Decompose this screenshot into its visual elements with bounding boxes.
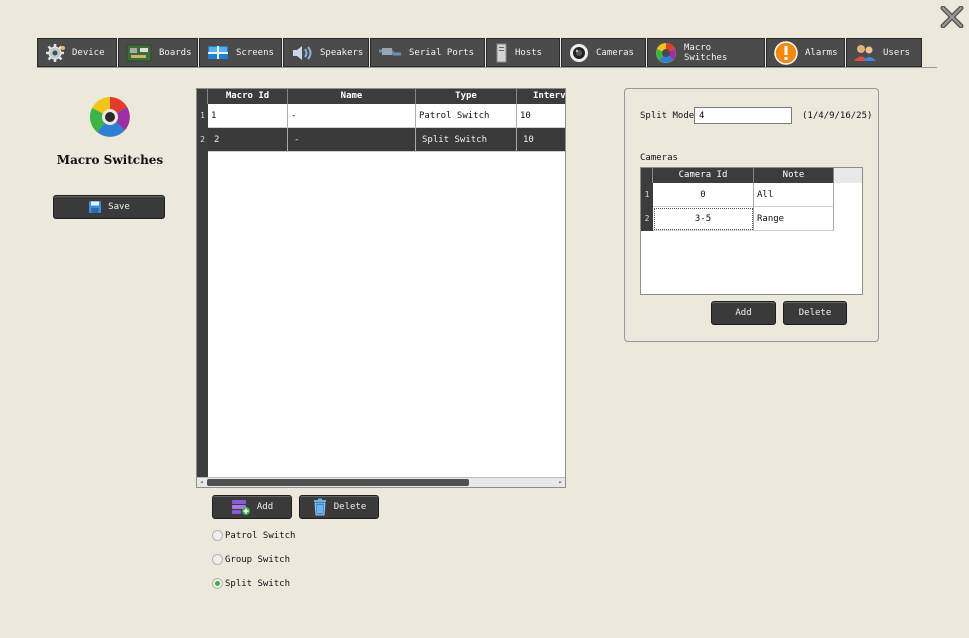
cell-note[interactable]: Range (754, 207, 834, 231)
radio-label: Split Switch (225, 578, 291, 589)
floppy-save-icon (89, 201, 102, 213)
delete-macro-button[interactable]: Delete (299, 495, 379, 519)
toolbar-cameras-label: Cameras (596, 47, 634, 58)
toolbar-speakers-label: Speakers (320, 47, 364, 58)
split-mode-input[interactable] (694, 107, 792, 124)
header-filler (834, 168, 862, 183)
camera-lens-icon (570, 43, 588, 62)
column-header-camera-id[interactable]: Camera Id (653, 168, 754, 183)
column-header-name[interactable]: Name (288, 89, 416, 104)
cell-type[interactable]: Split Switch (416, 128, 517, 152)
toolbar-device-label: Device (72, 47, 105, 58)
toolbar-screens-label: Screens (236, 47, 274, 58)
radio-patrol-switch[interactable]: Patrol Switch (212, 530, 295, 541)
cameras-table[interactable]: Camera Id Note 1 0 All 2 3-5 Range (640, 167, 863, 295)
server-tower-icon (496, 43, 507, 62)
add-macro-button-label: Add (256, 502, 274, 512)
scroll-left-arrow-icon[interactable]: ◂ (197, 478, 206, 487)
add-list-icon (231, 500, 250, 515)
radio-label: Patrol Switch (225, 530, 296, 541)
cell-name[interactable]: - (288, 104, 416, 128)
row-number: 1 (197, 104, 208, 128)
toolbar-alarms[interactable]: Alarms (766, 38, 845, 67)
add-macro-button[interactable]: Add (212, 495, 292, 519)
cell-macro-id[interactable]: 2 (208, 128, 288, 152)
toolbar-device[interactable]: Device (37, 38, 117, 67)
save-button[interactable]: Save (53, 195, 165, 219)
cell-interval[interactable]: 10 (517, 128, 565, 152)
screen-icon (208, 45, 228, 59)
toolbar-alarms-label: Alarms (805, 47, 838, 58)
cell-name[interactable]: - (288, 128, 416, 152)
cameras-label: Cameras (640, 153, 678, 163)
column-header-note[interactable]: Note (754, 168, 834, 183)
toolbar-users[interactable]: Users (846, 38, 922, 67)
split-mode-hint: (1/4/9/16/25) (802, 111, 873, 121)
add-camera-button-label: Add (735, 308, 752, 318)
users-icon (854, 44, 876, 61)
toolbar-boards[interactable]: Boards (118, 38, 198, 67)
delete-camera-button-label: Delete (798, 308, 832, 318)
radio-circle[interactable] (212, 554, 223, 565)
macro-switches-table[interactable]: Macro Id Name Type Interv 1 1 - Patrol S… (196, 88, 566, 488)
header-corner (197, 89, 208, 104)
toolbar-serial-ports[interactable]: Serial Ports (370, 38, 485, 67)
cameras-table-header: Camera Id Note (641, 168, 862, 183)
toolbar-macro-switches-label: Macro Switches (684, 42, 728, 63)
row-number: 1 (641, 183, 653, 207)
radio-circle-checked[interactable] (212, 578, 223, 589)
cell-note[interactable]: All (754, 183, 834, 207)
macro-switch-icon (656, 42, 676, 63)
close-icon[interactable] (940, 5, 964, 29)
column-header-interval[interactable]: Interv (517, 89, 565, 104)
toolbar-users-label: Users (883, 47, 911, 58)
table-header: Macro Id Name Type Interv (197, 89, 565, 104)
column-header-macro-id[interactable]: Macro Id (208, 89, 288, 104)
cell-interval[interactable]: 10 (517, 104, 565, 128)
toolbar-hosts-label: Hosts (515, 47, 543, 58)
trash-icon (313, 498, 326, 516)
row-number: 2 (197, 128, 208, 152)
split-mode-label: Split Mode (640, 111, 695, 121)
speaker-icon (293, 45, 312, 60)
main-toolbar: Device Boards Screens Speakers Serial Po… (37, 38, 937, 68)
toolbar-boards-label: Boards (159, 47, 192, 58)
serial-cable-icon (379, 47, 401, 55)
header-corner (641, 168, 653, 183)
table-row-selected[interactable]: 2 2 - Split Switch 10 (197, 128, 565, 152)
toolbar-speakers[interactable]: Speakers (283, 38, 369, 67)
table-row[interactable]: 1 1 - Patrol Switch 10 (197, 104, 565, 128)
cell-macro-id[interactable]: 1 (208, 104, 288, 128)
cell-camera-id-focused[interactable]: 3-5 (653, 207, 754, 231)
circuit-board-icon (126, 44, 152, 61)
alarm-exclamation-icon (774, 40, 798, 65)
cell-type[interactable]: Patrol Switch (416, 104, 517, 128)
cell-camera-id[interactable]: 0 (653, 183, 754, 207)
toolbar-macro-switches[interactable]: Macro Switches (647, 38, 765, 67)
radio-label: Group Switch (225, 554, 291, 565)
toolbar-screens[interactable]: Screens (199, 38, 282, 67)
macro-switches-logo-icon (89, 97, 130, 137)
scroll-right-arrow-icon[interactable]: ▸ (556, 478, 565, 487)
delete-macro-button-label: Delete (333, 502, 367, 512)
gear-icon (46, 43, 65, 62)
toolbar-hosts[interactable]: Hosts (486, 38, 560, 67)
scrollbar-thumb[interactable] (207, 479, 469, 486)
save-button-label: Save (108, 202, 130, 212)
horizontal-scrollbar[interactable]: ◂ ▸ (197, 477, 565, 487)
camera-row[interactable]: 2 3-5 Range (641, 207, 862, 231)
column-header-type[interactable]: Type (416, 89, 517, 104)
delete-camera-button[interactable]: Delete (783, 301, 847, 325)
radio-split-switch[interactable]: Split Switch (212, 578, 290, 589)
row-header-strip (197, 104, 208, 487)
radio-circle[interactable] (212, 530, 223, 541)
add-camera-button[interactable]: Add (711, 301, 776, 325)
radio-group-switch[interactable]: Group Switch (212, 554, 290, 565)
toolbar-cameras[interactable]: Cameras (561, 38, 646, 67)
camera-row[interactable]: 1 0 All (641, 183, 862, 207)
toolbar-serial-ports-label: Serial Ports (409, 47, 475, 58)
row-number: 2 (641, 207, 653, 231)
page-title: Macro Switches (56, 153, 164, 167)
